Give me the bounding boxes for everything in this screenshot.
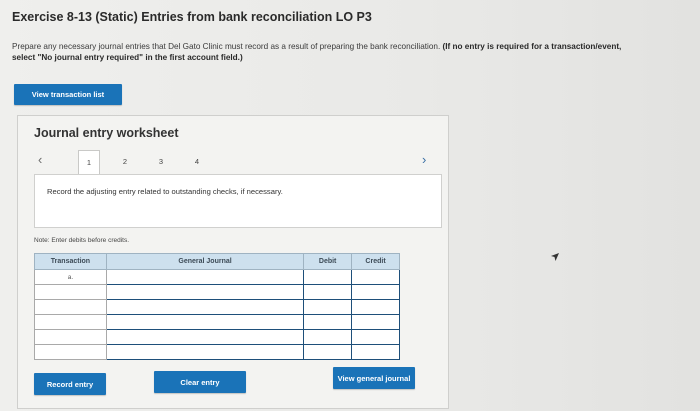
chevron-right-icon[interactable]: › (422, 152, 426, 167)
credit-input[interactable] (351, 314, 400, 330)
credit-input[interactable] (351, 344, 400, 360)
table-row (34, 284, 400, 300)
view-transaction-list-button[interactable]: View transaction list (14, 84, 122, 105)
debit-input[interactable] (303, 284, 353, 300)
worksheet-title: Journal entry worksheet (34, 126, 179, 140)
table-row (34, 344, 400, 360)
journal-table: Transaction General Journal Debit Credit… (34, 253, 400, 360)
transaction-cell: a. (34, 269, 107, 285)
general-journal-input[interactable] (105, 314, 305, 330)
general-journal-input[interactable] (105, 329, 305, 345)
table-row (34, 299, 400, 315)
tab-3[interactable]: 3 (150, 150, 172, 172)
prompt-box: Record the adjusting entry related to ou… (34, 174, 442, 228)
journal-header-row: Transaction General Journal Debit Credit (34, 253, 400, 270)
credit-input[interactable] (351, 299, 400, 315)
credit-input[interactable] (351, 329, 400, 345)
general-journal-input[interactable] (105, 299, 305, 315)
credit-input[interactable] (351, 284, 400, 300)
instructions: Prepare any necessary journal entries th… (12, 41, 642, 63)
instructions-text: Prepare any necessary journal entries th… (12, 42, 441, 51)
tab-4[interactable]: 4 (186, 150, 208, 172)
general-journal-input[interactable] (105, 344, 305, 360)
transaction-cell (34, 344, 107, 360)
page: Exercise 8-13 (Static) Entries from bank… (0, 0, 700, 411)
debit-input[interactable] (303, 299, 353, 315)
transaction-cell (34, 329, 107, 345)
general-journal-input[interactable] (105, 269, 305, 285)
note-text: Note: Enter debits before credits. (34, 237, 130, 244)
tab-1[interactable]: 1 (78, 150, 100, 174)
general-journal-input[interactable] (105, 284, 305, 300)
col-general-journal: General Journal (105, 253, 305, 270)
debit-input[interactable] (303, 269, 353, 285)
debit-input[interactable] (303, 344, 353, 360)
journal-entry-worksheet: Journal entry worksheet ‹ 1 2 3 4 › Reco… (17, 115, 449, 409)
worksheet-tabs: ‹ 1 2 3 4 › (34, 150, 444, 174)
tab-2[interactable]: 2 (114, 150, 136, 172)
transaction-cell (34, 299, 107, 315)
debit-input[interactable] (303, 314, 353, 330)
table-row: a. (34, 269, 400, 285)
table-row (34, 314, 400, 330)
view-general-journal-button[interactable]: View general journal (333, 367, 415, 389)
mouse-cursor-icon (551, 253, 559, 261)
record-entry-button[interactable]: Record entry (34, 373, 106, 395)
table-row (34, 329, 400, 345)
clear-entry-button[interactable]: Clear entry (154, 371, 246, 393)
col-debit: Debit (303, 253, 353, 270)
col-transaction: Transaction (34, 253, 107, 270)
page-title: Exercise 8-13 (Static) Entries from bank… (12, 10, 372, 24)
transaction-cell (34, 314, 107, 330)
prompt-text: Record the adjusting entry related to ou… (47, 187, 283, 196)
debit-input[interactable] (303, 329, 353, 345)
chevron-left-icon[interactable]: ‹ (38, 152, 42, 167)
transaction-cell (34, 284, 107, 300)
credit-input[interactable] (351, 269, 400, 285)
col-credit: Credit (351, 253, 400, 270)
